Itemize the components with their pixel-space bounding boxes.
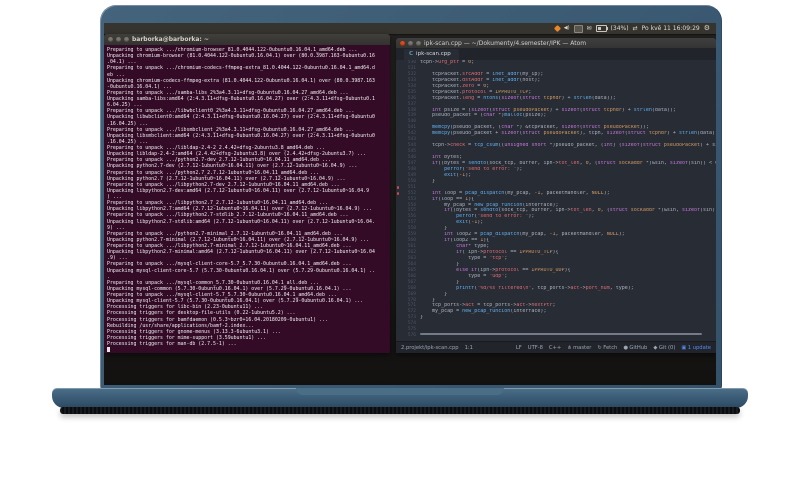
terminal-title: barborka@barborka: ~ (132, 36, 209, 43)
laptop-base-notch (296, 388, 504, 395)
network-session-icon[interactable]: ⇄ (633, 23, 638, 34)
laptop-base-edge (60, 407, 740, 414)
git-icon: ◆ (653, 344, 658, 351)
status-item-label: GitHub (629, 344, 648, 351)
terminal-line: Unpacking chromium-browser (81.0.4044.12… (107, 53, 375, 60)
status-item-git-0-[interactable]: ◆ Git (0) (653, 345, 675, 351)
clock[interactable]: Po kvě 11 16:09:29 (642, 23, 700, 34)
laptop-base (52, 388, 748, 408)
atom-tab-bar: C ipk-scan.cpp (396, 48, 716, 60)
terminal-line: Preparing to unpack .../libpython2.7-std… (107, 212, 349, 219)
status-item-master[interactable]: ⋔ master (567, 345, 591, 351)
keyboard-indicator-icon[interactable] (573, 24, 583, 33)
atom-minimize-button[interactable] (408, 40, 413, 46)
laptop-mockup: ◀) ✉ (34%) ⇄ Po kvě 11 16:09:29 ⚙ barbor… (0, 0, 800, 477)
terminal-cursor (107, 347, 110, 353)
atom-status-bar: 2.projekt/ipk-scan.cpp 1:1 LF UTF-8 C++ ⋔ ma… (396, 341, 716, 353)
status-item-1-update[interactable]: ▣ 1 update (681, 345, 711, 351)
software-update-icon[interactable] (553, 24, 561, 33)
terminal-line: Unpacking libpython2.7-dev:amd64 (2.7.12… (107, 187, 370, 194)
terminal-body[interactable]: Preparing to unpack .../chromium-browser… (104, 45, 390, 353)
volume-icon[interactable]: ◀) (564, 23, 570, 34)
terminal-line: Preparing to unpack .../libsmbclient_2%3… (107, 126, 355, 133)
atom-maximize-button[interactable] (416, 40, 421, 46)
session-gear-icon[interactable]: ⚙ (704, 23, 710, 34)
messaging-envelope-icon[interactable]: ✉ (587, 23, 592, 34)
atom-close-button[interactable] (400, 40, 405, 46)
terminal-line: Unpacking chromium-codecs-ffmpeg-extra (… (107, 77, 375, 84)
status-item-label: UTF-8 (527, 344, 543, 351)
system-top-bar: ◀) ✉ (34%) ⇄ Po kvě 11 16:09:29 ⚙ (104, 23, 716, 34)
terminal-maximize-button[interactable] (124, 37, 129, 42)
terminal-line: Unpacking libpython2.7-stdlib:amd64 (2.7… (107, 218, 375, 225)
status-item-c-[interactable]: C++ (549, 345, 561, 351)
status-item-label: C++ (548, 344, 562, 351)
status-item-lf[interactable]: LF (516, 345, 522, 351)
system-tray: ◀) ✉ (34%) ⇄ Po kvě 11 16:09:29 ⚙ (553, 23, 710, 34)
horizontal-scrollbar[interactable] (420, 333, 702, 335)
status-file-path[interactable]: 2.projekt/ipk-scan.cpp (401, 345, 459, 351)
github-icon: ● (623, 344, 628, 351)
atom-window-title: ipk-scan.cpp — ~/Dokumenty/4.semester/IP… (424, 39, 587, 47)
updates-icon: ▣ (681, 344, 687, 351)
line-number: 576 (407, 333, 416, 339)
status-cursor-position[interactable]: 1:1 (465, 345, 473, 351)
atom-window[interactable]: ipk-scan.cpp — ~/Dokumenty/4.semester/IP… (396, 38, 716, 353)
status-item-label: Fetch (603, 344, 618, 351)
screen: ◀) ✉ (34%) ⇄ Po kvě 11 16:09:29 ⚙ barbor… (104, 23, 716, 385)
status-item-label: LF (515, 344, 522, 351)
code-editor[interactable]: 530 tcph->urg_ptr = 0; 531 532 tcpPacket.sr… (396, 60, 716, 341)
status-item-github[interactable]: ● GitHub (623, 345, 647, 351)
tab-ipk-scan[interactable]: C ipk-scan.cpp (404, 49, 459, 60)
terminal-line: Unpacking samba-libs:amd64 (2:4.3.11+dfs… (107, 96, 375, 102)
status-item-utf-8[interactable]: UTF-8 (528, 345, 543, 351)
terminal-line: Unpacking libpython2.7-minimal:amd64 (2.… (107, 249, 375, 256)
status-item-label: master (573, 344, 592, 351)
terminal-window[interactable]: barborka@barborka: ~ Preparing to unpack… (104, 34, 390, 353)
terminal-titlebar[interactable]: barborka@barborka: ~ (104, 34, 390, 45)
terminal-line: Preparing to unpack .../mysql-client-cor… (107, 261, 352, 268)
status-item-label: Git (0) (658, 344, 676, 351)
status-item-fetch[interactable]: ↻ Fetch (597, 345, 617, 351)
atom-titlebar[interactable]: ipk-scan.cpp — ~/Dokumenty/4.semester/IP… (396, 38, 716, 48)
branch-icon: ⋔ (567, 344, 572, 351)
terminal-line: Unpacking libwbclient0:amd64 (2:4.3.11+d… (107, 114, 375, 121)
battery-percent: (34%) (610, 25, 629, 32)
tab-label: ipk-scan.cpp (416, 51, 451, 57)
fetch-icon: ↻ (597, 344, 602, 351)
battery-icon[interactable] (595, 25, 608, 32)
laptop-lid: ◀) ✉ (34%) ⇄ Po kvě 11 16:09:29 ⚙ barbor… (100, 5, 722, 390)
terminal-line: Unpacking libsmbclient:amd64 (2:4.3.11+d… (107, 132, 375, 139)
status-item-label: 1 update (687, 344, 711, 351)
terminal-minimize-button[interactable] (116, 37, 121, 42)
terminal-line: Unpacking python2.7-dev (2.7.12-1ubuntu0… (107, 163, 358, 170)
terminal-line: Unpacking mysql-client-core-5.7 (5.7.30-… (107, 267, 375, 274)
terminal-line: Preparing to unpack .../chromium-codecs-… (107, 65, 375, 72)
c-file-icon: C (409, 51, 414, 57)
terminal-close-button[interactable] (108, 37, 113, 42)
